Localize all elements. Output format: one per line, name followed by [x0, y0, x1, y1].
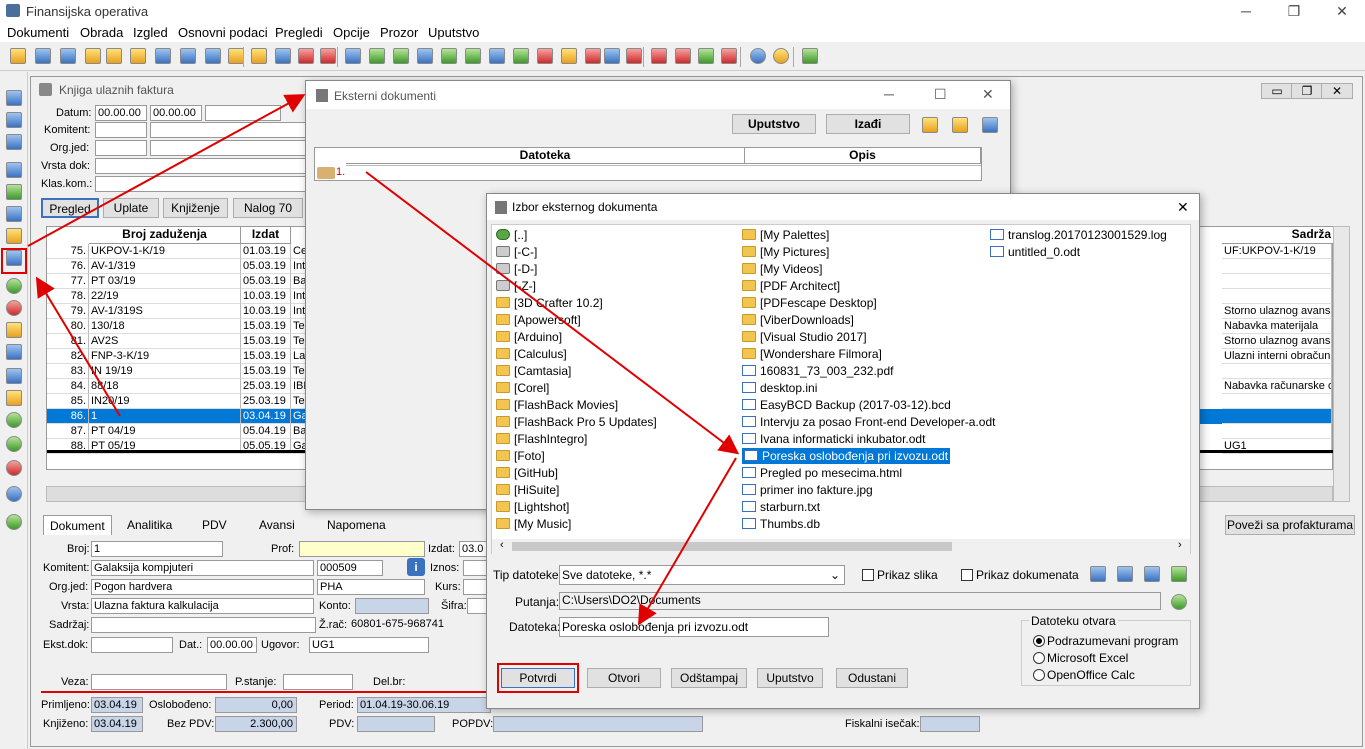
arrow-to-toolbar: [35, 276, 121, 417]
arrow-to-eksterni: [27, 94, 306, 247]
arrow-to-datoteka: [637, 457, 737, 626]
arrow-to-file: [365, 171, 740, 455]
annotation-arrows: [27, 94, 740, 626]
